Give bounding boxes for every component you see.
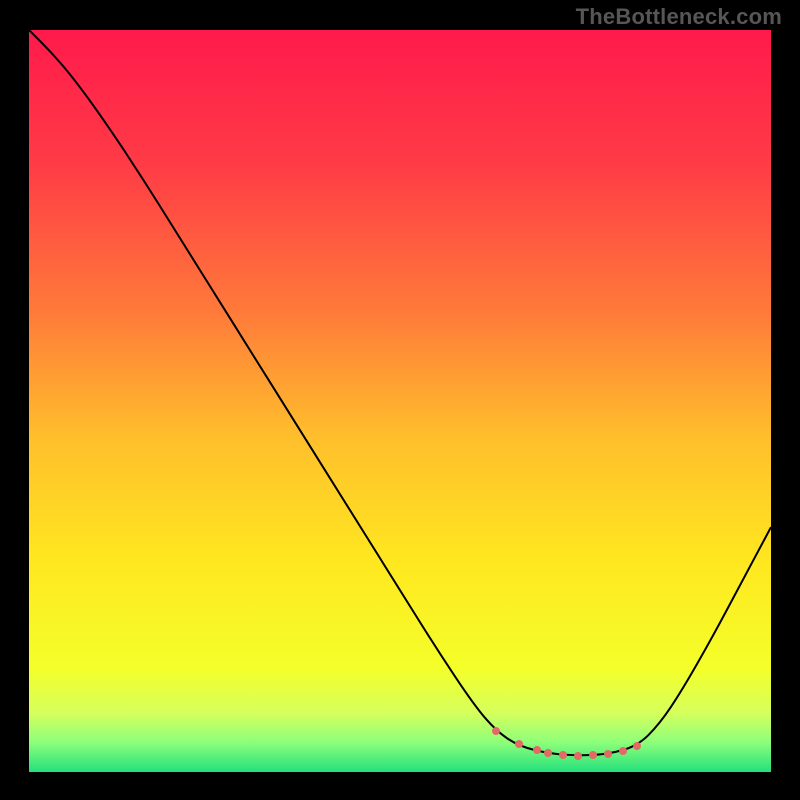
chart-frame: TheBottleneck.com — [0, 0, 800, 800]
marker-dot — [544, 749, 552, 757]
marker-dot — [533, 746, 541, 754]
marker-dot — [559, 751, 567, 759]
marker-dot — [492, 727, 500, 735]
marker-dot — [515, 740, 523, 748]
marker-dot — [574, 752, 582, 760]
marker-dot — [633, 742, 641, 750]
marker-dot — [604, 750, 612, 758]
marker-dot — [589, 751, 597, 759]
watermark-text: TheBottleneck.com — [576, 4, 782, 30]
marker-dot — [619, 747, 627, 755]
plot-area — [29, 30, 771, 772]
bottleneck-curve — [29, 30, 771, 772]
